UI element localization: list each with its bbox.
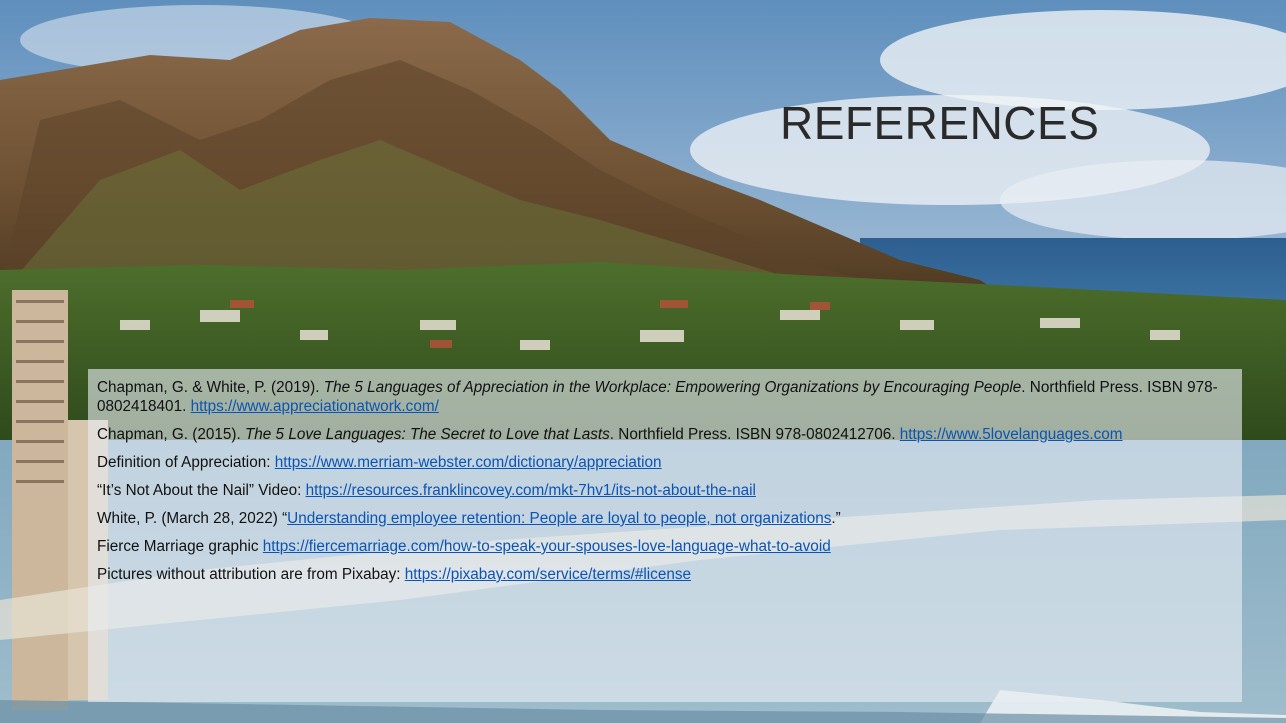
reference-item: Definition of Appreciation: https://www.…: [97, 453, 1242, 472]
reference-book-title: The 5 Languages of Appreciation in the W…: [323, 379, 1022, 396]
reference-link[interactable]: https://resources.franklincovey.com/mkt-…: [306, 482, 756, 499]
reference-link[interactable]: Understanding employee retention: People…: [287, 510, 831, 527]
reference-item: Fierce Marriage graphic https://fiercema…: [97, 537, 1242, 556]
reference-text: “It’s Not About the Nail” Video:: [97, 482, 306, 499]
slide-title: REFERENCES: [780, 97, 1100, 149]
reference-link[interactable]: https://www.appreciationatwork.com/: [191, 398, 439, 415]
reference-text: Pictures without attribution are from Pi…: [97, 566, 405, 583]
reference-text: Chapman, G. & White, P. (2019).: [97, 379, 324, 396]
reference-item: Pictures without attribution are from Pi…: [97, 565, 1242, 584]
slide: REFERENCES Chapman, G. & White, P. (2019…: [0, 0, 1286, 723]
reference-link[interactable]: https://fiercemarriage.com/how-to-speak-…: [263, 538, 831, 555]
reference-text: White, P. (March 28, 2022) “: [97, 510, 288, 527]
reference-item: “It’s Not About the Nail” Video: https:/…: [97, 481, 1242, 500]
reference-book-title: The 5 Love Languages: The Secret to Love…: [244, 426, 610, 443]
reference-text: .”: [831, 510, 841, 527]
references-box: Chapman, G. & White, P. (2019). The 5 La…: [88, 369, 1242, 702]
reference-link[interactable]: https://www.5lovelanguages.com: [900, 426, 1123, 443]
reference-item: White, P. (March 28, 2022) “Understandin…: [97, 509, 1242, 528]
reference-item: Chapman, G. (2015). The 5 Love Languages…: [97, 425, 1242, 444]
reference-link[interactable]: https://www.merriam-webster.com/dictiona…: [275, 454, 662, 471]
reference-link[interactable]: https://pixabay.com/service/terms/#licen…: [405, 566, 691, 583]
reference-text: . Northfield Press. ISBN 978-0802412706.: [609, 426, 900, 443]
reference-text: Chapman, G. (2015).: [97, 426, 245, 443]
reference-text: Fierce Marriage graphic: [97, 538, 263, 555]
reference-item: Chapman, G. & White, P. (2019). The 5 La…: [97, 378, 1242, 416]
reference-text: Definition of Appreciation:: [97, 454, 275, 471]
